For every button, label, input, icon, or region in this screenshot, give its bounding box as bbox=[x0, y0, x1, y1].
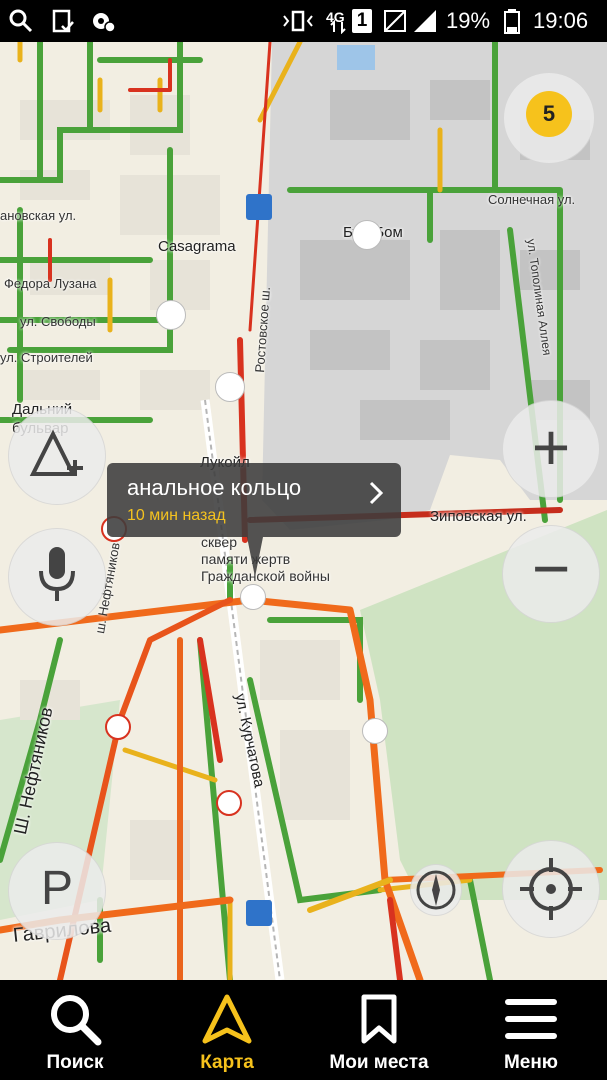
label-stroiteley: ул. Строителей bbox=[0, 350, 93, 365]
sim-number: 1 bbox=[356, 10, 368, 31]
train-station-icon[interactable] bbox=[246, 900, 272, 926]
warning-triangle-plus-icon bbox=[29, 430, 83, 476]
bookmark-icon bbox=[361, 994, 397, 1044]
label-casagrama: Casagrama bbox=[158, 238, 236, 255]
fuel-icon[interactable] bbox=[215, 372, 245, 402]
camera-icon[interactable] bbox=[216, 790, 242, 816]
signal-icon bbox=[414, 10, 436, 32]
sim-icon: 1 bbox=[352, 9, 372, 33]
parking-button[interactable]: P bbox=[8, 842, 106, 940]
nav-search-label: Поиск bbox=[46, 1052, 104, 1073]
label-solnechnaya: Солнечная ул. bbox=[488, 192, 576, 207]
vibrate-icon bbox=[283, 10, 313, 32]
battery-icon bbox=[504, 9, 520, 34]
nav-map-label: Карта bbox=[200, 1052, 254, 1073]
clock: 19:06 bbox=[533, 8, 589, 33]
chevron-right-icon bbox=[369, 481, 383, 505]
traffic-score-badge: 5 bbox=[526, 91, 572, 137]
label-ivanovskaya: ановская ул. bbox=[0, 208, 77, 223]
route-button[interactable] bbox=[8, 407, 106, 505]
shop-icon[interactable] bbox=[352, 220, 382, 250]
parking-icon: P bbox=[40, 862, 73, 915]
plus-icon: + bbox=[531, 410, 571, 484]
train-station-icon[interactable] bbox=[246, 194, 272, 220]
no-sim-icon bbox=[384, 10, 406, 32]
compass-icon bbox=[416, 870, 456, 910]
search-icon bbox=[51, 995, 102, 1046]
label-fedora-luzana: Федора Лузана bbox=[4, 276, 97, 291]
label-svobody: ул. Свободы bbox=[20, 314, 96, 329]
compass-button[interactable] bbox=[410, 864, 462, 916]
crosshair-icon bbox=[520, 858, 582, 920]
event-tooltip[interactable]: анальное кольцо 10 мин назад bbox=[107, 463, 401, 577]
settings-notification-icon bbox=[93, 13, 116, 33]
traffic-score-button[interactable]: 5 bbox=[503, 72, 595, 164]
tooltip-title: анальное кольцо bbox=[127, 475, 302, 500]
zoom-out-button[interactable]: − bbox=[502, 525, 600, 623]
map-arrow-icon bbox=[202, 994, 252, 1044]
nav-my-places[interactable]: Мои места bbox=[304, 980, 454, 1080]
search-icon bbox=[9, 9, 33, 33]
label-zipovskaya: Зиповская ул. bbox=[430, 508, 527, 525]
camera-icon[interactable] bbox=[105, 714, 131, 740]
tooltip-subtitle: 10 мин назад bbox=[127, 507, 226, 524]
nav-my-places-label: Мои места bbox=[329, 1052, 429, 1073]
tooltip-pointer bbox=[247, 537, 263, 577]
status-bar: 4G 1 19% 19:06 bbox=[0, 0, 607, 42]
menu-icon bbox=[505, 999, 557, 1039]
chat-icon[interactable] bbox=[362, 718, 388, 744]
label-skver: сквер памяти жертв Гражданской войны bbox=[201, 534, 330, 584]
shop-icon[interactable] bbox=[156, 300, 186, 330]
clipboard-check-icon bbox=[52, 9, 74, 33]
voice-search-button[interactable] bbox=[8, 528, 106, 626]
map-view[interactable]: 5 Солнечная ул. ановская ул. Федора Луза… bbox=[0, 42, 607, 980]
nav-menu[interactable]: Меню bbox=[456, 980, 606, 1080]
traffic-score-value: 5 bbox=[542, 101, 556, 126]
zoom-in-button[interactable]: + bbox=[502, 400, 600, 498]
microphone-icon bbox=[39, 547, 75, 601]
my-location-button[interactable] bbox=[502, 840, 600, 938]
bottom-nav: Поиск Карта Мои места Меню bbox=[0, 980, 607, 1080]
nav-menu-label: Меню bbox=[503, 1052, 559, 1073]
nav-search[interactable]: Поиск bbox=[0, 980, 150, 1080]
chat-icon[interactable] bbox=[240, 584, 266, 610]
nav-map[interactable]: Карта bbox=[152, 980, 302, 1080]
battery-percent: 19% bbox=[446, 8, 491, 33]
data-arrows-icon bbox=[330, 20, 346, 34]
minus-icon: − bbox=[531, 531, 571, 605]
